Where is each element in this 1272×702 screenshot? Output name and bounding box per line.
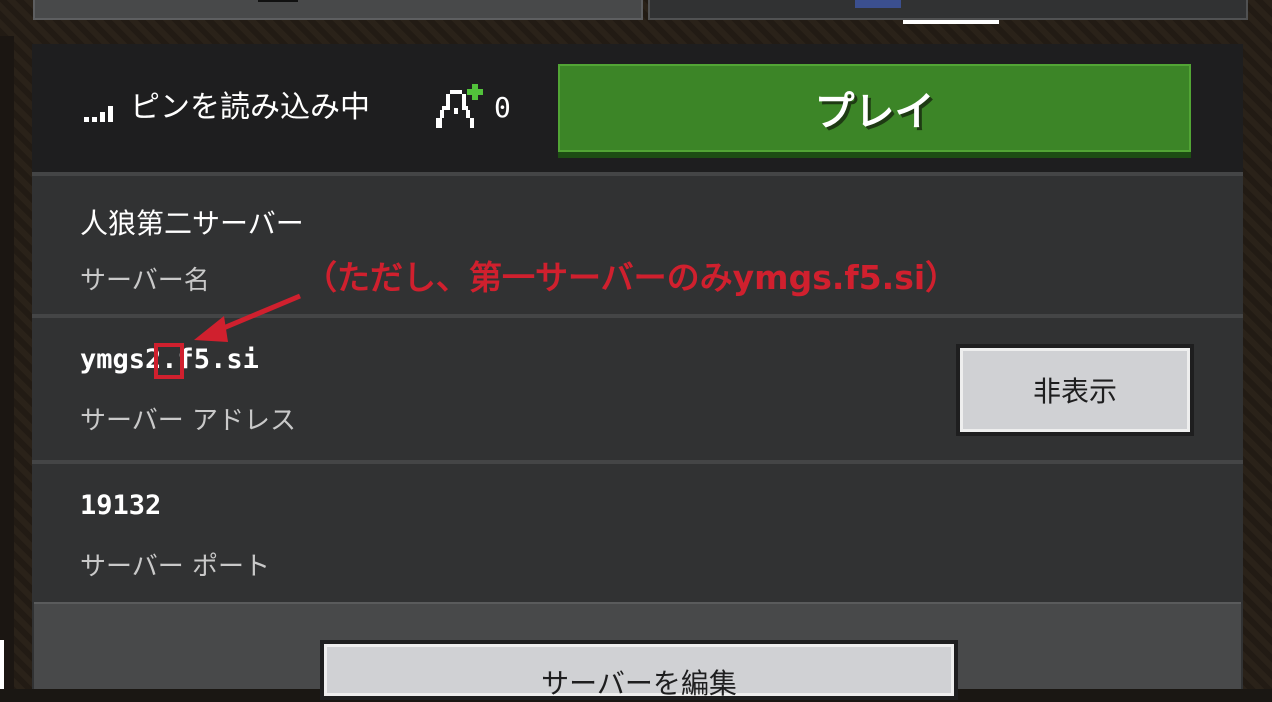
annotation-arrow-icon [194, 293, 301, 342]
ping-status: ピンを読み込み中 [130, 90, 370, 125]
tab-left-icon [258, 0, 298, 2]
server-port-label: サーバー ポート [80, 552, 271, 582]
edit-server-button[interactable]: サーバーを編集 [320, 640, 958, 700]
server-port-row[interactable]: 19132 サーバー ポート [32, 460, 1243, 602]
add-player-icon [436, 84, 483, 128]
tab-right-icon [855, 0, 901, 8]
server-header: ピンを読み込み中 0 プレイ [32, 44, 1243, 172]
left-edge-marker [0, 640, 4, 689]
signal-bars-icon [84, 104, 116, 122]
address-prefix: ymgs [80, 344, 146, 375]
play-button[interactable]: プレイ [558, 64, 1191, 152]
left-edge [0, 36, 14, 689]
server-name-value: 人狼第二サーバー [80, 207, 304, 240]
server-port-value: 19132 [80, 490, 162, 521]
tab-right[interactable] [648, 0, 1248, 20]
annotation-note: （ただし、第一サーバーのみymgs.f5.si） [304, 258, 959, 297]
server-panel: ピンを読み込み中 0 プレイ 人狼第二サーバー サーバー名 ymgs2.f5.s… [32, 44, 1243, 700]
player-count: 0 [494, 91, 511, 124]
tab-selected-indicator [903, 20, 999, 24]
tab-left[interactable] [33, 0, 643, 20]
server-address-label: サーバー アドレス [80, 406, 297, 436]
footer-bar: サーバーを編集 [34, 602, 1241, 700]
hide-address-button[interactable]: 非表示 [956, 344, 1194, 436]
